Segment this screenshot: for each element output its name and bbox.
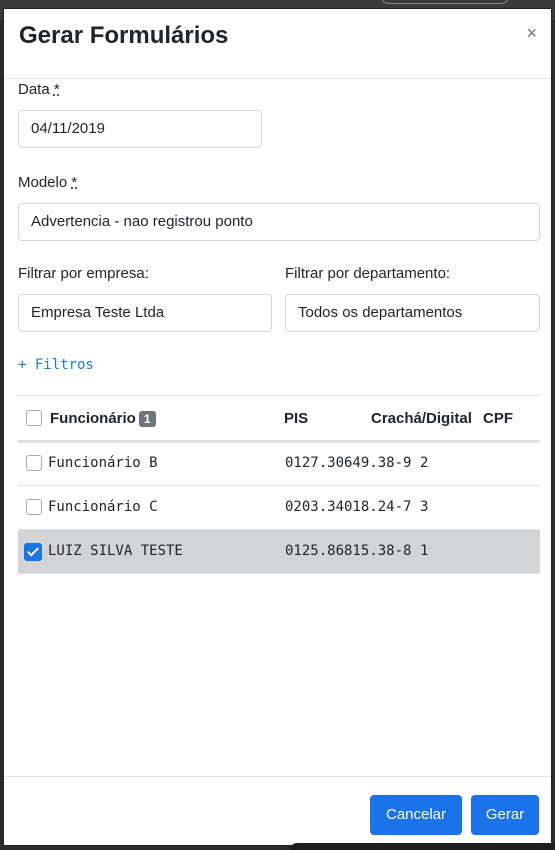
badge-column-header: Crachá/Digital xyxy=(371,410,472,427)
employee-badge: 1 xyxy=(420,543,429,559)
employee-name: Funcionário C xyxy=(48,499,158,515)
generate-forms-modal: Gerar Formulários × Data * 04/11/2019 Mo… xyxy=(3,8,552,846)
company-filter-label: Filtrar por empresa: xyxy=(18,265,149,282)
selected-count-badge: 1 xyxy=(138,411,156,427)
required-mark: * xyxy=(71,174,78,191)
table-row[interactable]: Funcionário B 0127.30649.38-9 2 xyxy=(18,442,540,486)
row-checkbox[interactable] xyxy=(26,499,42,515)
employee-badge: 2 xyxy=(420,455,429,471)
row-checkbox-checked[interactable] xyxy=(24,543,42,561)
table-row[interactable]: Funcionário C 0203.34018.24-7 3 xyxy=(18,486,540,530)
department-select[interactable]: Todos os departamentos xyxy=(285,294,540,332)
close-icon[interactable]: × xyxy=(526,23,537,44)
modal-footer: Cancelar Gerar xyxy=(4,776,551,846)
modal-title: Gerar Formulários xyxy=(19,22,229,49)
filters-link[interactable]: + Filtros xyxy=(18,357,94,373)
required-mark: * xyxy=(53,81,60,98)
employee-pis: 0127.30649.38-9 xyxy=(285,455,412,471)
model-label: Modelo * xyxy=(18,174,78,191)
employee-pis: 0125.86815.38-8 xyxy=(285,543,412,559)
generate-button[interactable]: Gerar xyxy=(471,795,539,835)
background-pill xyxy=(380,0,510,4)
pis-column-header: PIS xyxy=(284,410,309,427)
employee-name: LUIZ SILVA TESTE xyxy=(48,543,183,559)
cancel-button[interactable]: Cancelar xyxy=(370,795,462,835)
model-select[interactable]: Advertencia - nao registrou ponto xyxy=(18,203,540,241)
employee-column-header: Funcionário 1 xyxy=(50,410,156,427)
select-all-checkbox[interactable] xyxy=(26,410,42,426)
modal-header: Gerar Formulários × xyxy=(4,9,551,79)
date-label: Data * xyxy=(18,81,60,98)
table-row-selected[interactable]: LUIZ SILVA TESTE 0125.86815.38-8 1 xyxy=(18,530,540,574)
employee-badge: 3 xyxy=(420,499,429,515)
employee-name: Funcionário B xyxy=(48,455,158,471)
date-input[interactable]: 04/11/2019 xyxy=(18,110,262,148)
row-checkbox[interactable] xyxy=(26,455,42,471)
employee-pis: 0203.34018.24-7 xyxy=(285,499,412,515)
background-bottom-bar xyxy=(290,843,555,850)
department-filter-label: Filtrar por departamento: xyxy=(285,265,451,282)
cpf-column-header: CPF xyxy=(483,410,513,427)
company-select[interactable]: Empresa Teste Ltda xyxy=(18,294,272,332)
table-header: Funcionário 1 PIS Crachá/Digital CPF xyxy=(18,395,540,443)
